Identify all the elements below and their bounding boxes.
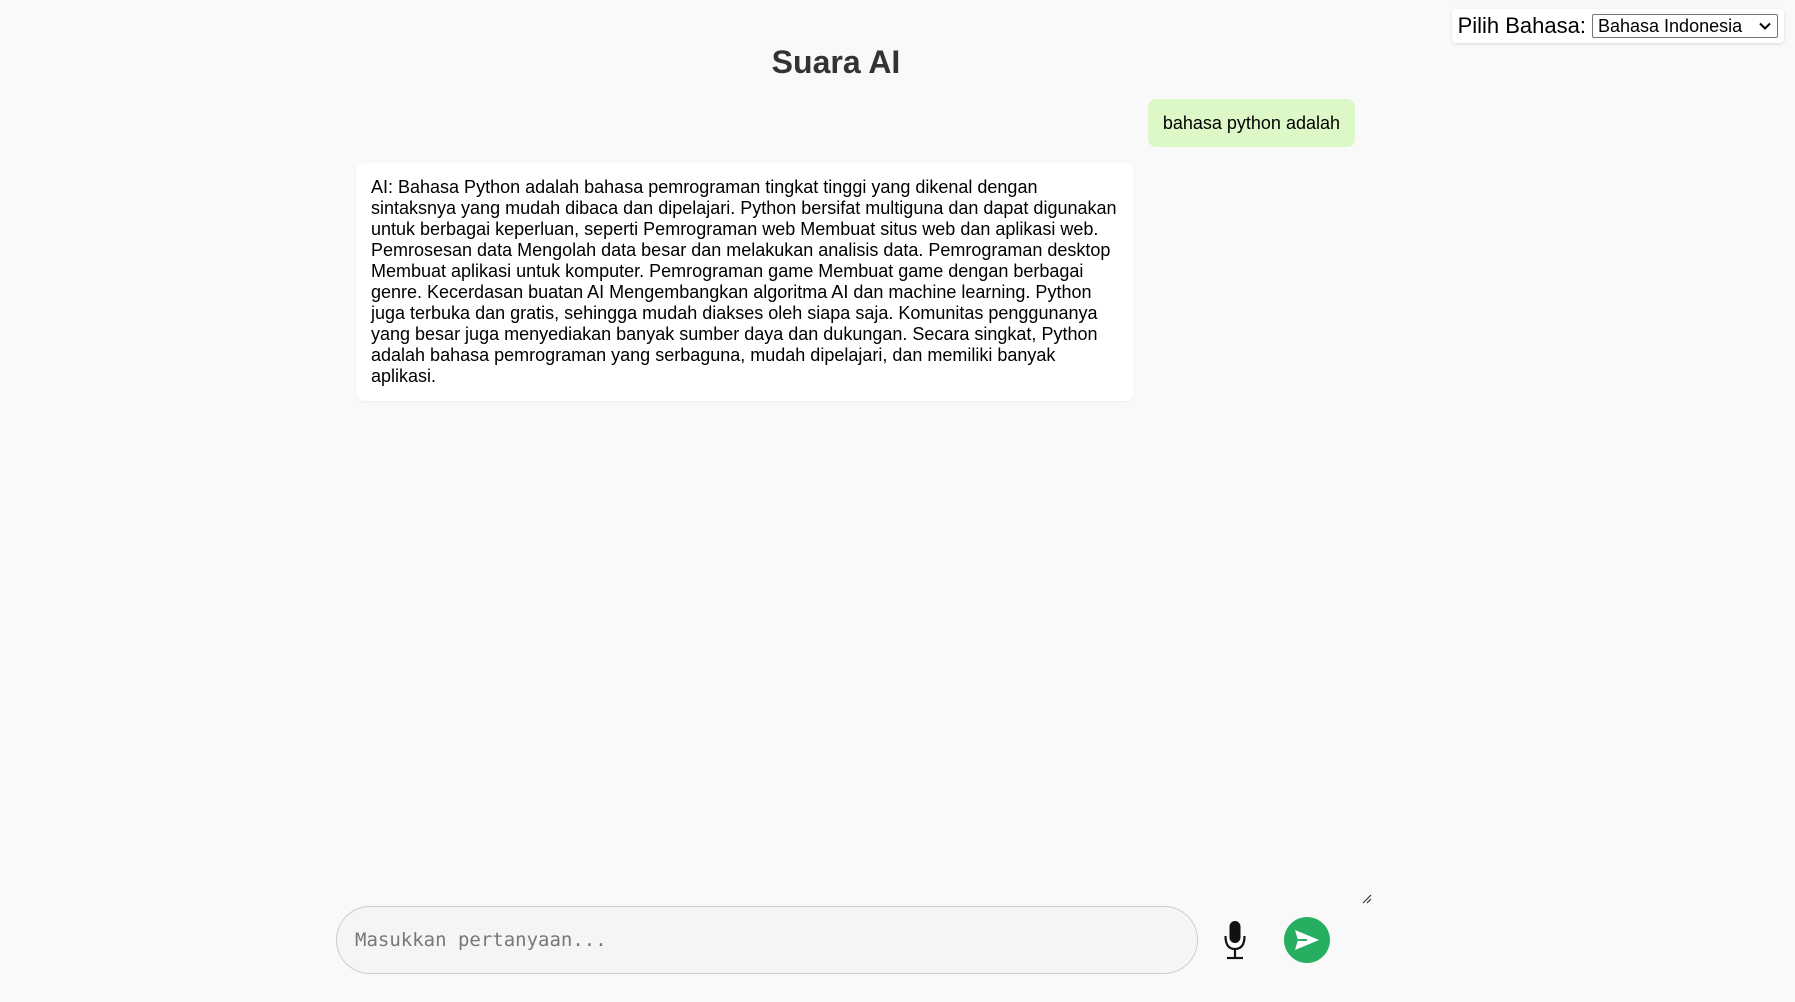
resize-handle-icon[interactable] (1361, 893, 1373, 905)
send-button[interactable] (1284, 917, 1330, 963)
language-selector-panel: Pilih Bahasa: Bahasa Indonesia (1451, 9, 1784, 43)
language-select[interactable]: Bahasa Indonesia (1592, 14, 1778, 38)
user-message-bubble: bahasa python adalah (1147, 99, 1355, 147)
page-title: Suara AI (771, 44, 901, 80)
chevron-down-icon (1759, 22, 1771, 30)
microphone-icon (1224, 921, 1246, 960)
ai-message-bubble: AI: Bahasa Python adalah bahasa pemrogra… (356, 163, 1134, 401)
question-input[interactable] (336, 906, 1198, 974)
send-icon (1295, 930, 1319, 950)
language-selected-value: Bahasa Indonesia (1598, 15, 1743, 36)
microphone-button[interactable] (1220, 917, 1250, 963)
language-label: Pilih Bahasa: (1457, 13, 1586, 38)
composer-bar (336, 906, 1330, 974)
